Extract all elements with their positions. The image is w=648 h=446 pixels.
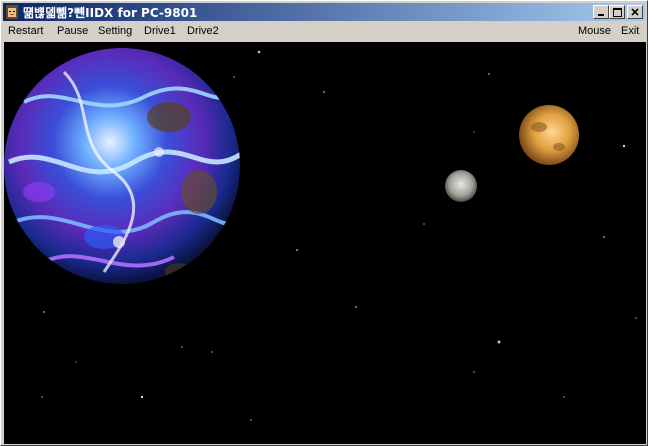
menu-restart[interactable]: Restart: [8, 25, 43, 37]
menu-mouse[interactable]: Mouse: [578, 25, 611, 37]
minimize-icon[interactable]: [593, 5, 609, 19]
window-title: 떎뱮덻뼮?뺸IIDX for PC-9801: [23, 5, 198, 20]
small-orange-moon: [518, 105, 579, 166]
menu-exit[interactable]: Exit: [621, 25, 639, 37]
menu-drive2[interactable]: Drive2: [187, 25, 219, 37]
character-face-icon: [5, 5, 19, 19]
menu-drive1[interactable]: Drive1: [144, 25, 176, 37]
menu-setting[interactable]: Setting: [98, 25, 132, 37]
large-blue-planet: [4, 48, 240, 284]
menu-bar: Restart Pause Setting Drive1 Drive2 Mous…: [3, 22, 645, 41]
emulator-window: 떎뱮덻뼮?뺸IIDX for PC-9801 Restart Pause Set…: [0, 0, 648, 446]
close-icon[interactable]: [627, 5, 643, 19]
title-bar[interactable]: 떎뱮덻뼮?뺸IIDX for PC-9801: [3, 3, 645, 21]
menu-pause[interactable]: Pause: [57, 25, 88, 37]
small-grey-moon: [444, 170, 477, 203]
emulator-screen[interactable]: [4, 42, 646, 444]
maximize-icon[interactable]: [609, 5, 625, 19]
title-buttons: [593, 5, 643, 19]
space-scene: [4, 48, 637, 421]
